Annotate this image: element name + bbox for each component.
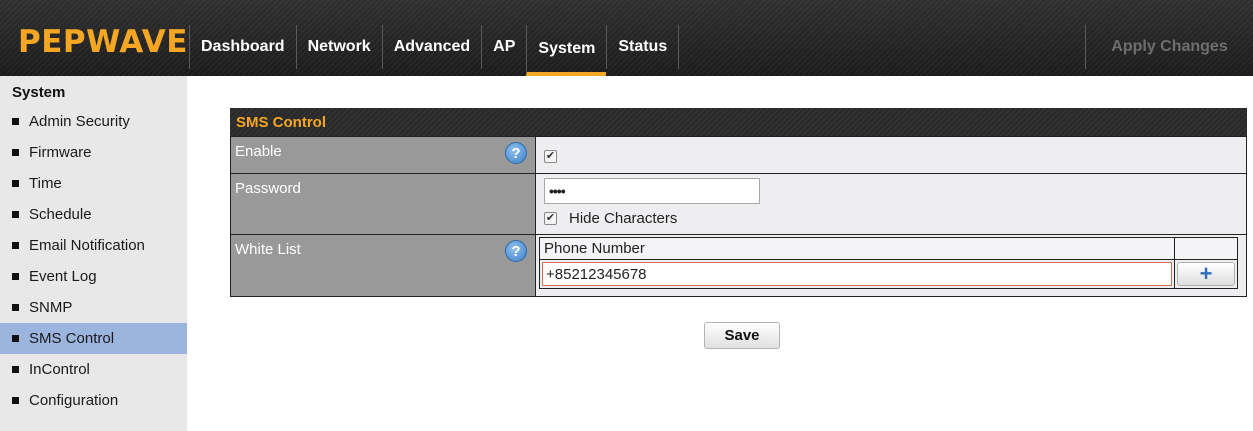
sidebar-item-time[interactable]: Time: [0, 168, 187, 199]
sidebar-item-label: SMS Control: [29, 330, 115, 347]
bullet-icon: [12, 397, 19, 404]
sidebar-item-sms-control[interactable]: SMS Control: [0, 323, 187, 354]
sidebar-item-email-notification[interactable]: Email Notification: [0, 230, 187, 261]
nav-dashboard[interactable]: Dashboard: [189, 25, 296, 69]
sidebar-item-admin-security[interactable]: Admin Security: [0, 106, 187, 137]
main-nav: Dashboard Network Advanced AP System Sta…: [189, 25, 680, 76]
enable-row: Enable ? ✔: [230, 136, 1247, 174]
sidebar: System Admin Security Firmware Time Sche…: [0, 76, 187, 431]
nav-system[interactable]: System: [526, 25, 607, 76]
bullet-icon: [12, 118, 19, 125]
hide-characters-label: Hide Characters: [569, 210, 678, 227]
sidebar-item-incontrol[interactable]: InControl: [0, 354, 187, 385]
sidebar-item-label: Firmware: [29, 144, 92, 161]
add-phone-number-button[interactable]: +: [1177, 262, 1235, 286]
sidebar-item-event-log[interactable]: Event Log: [0, 261, 187, 292]
sidebar-item-label: Configuration: [29, 392, 119, 409]
sidebar-item-snmp[interactable]: SNMP: [0, 292, 187, 323]
bullet-icon: [12, 242, 19, 249]
white-list-action-header: [1174, 237, 1238, 260]
nav-network[interactable]: Network: [295, 25, 382, 69]
white-list-label: White List: [235, 241, 301, 258]
hide-characters-row: ✔ Hide Characters: [544, 210, 1238, 227]
nav-status[interactable]: Status: [606, 25, 680, 69]
enable-label: Enable: [235, 143, 282, 160]
nav-ap[interactable]: AP: [481, 25, 526, 69]
enable-value-cell: ✔: [535, 136, 1247, 174]
nav-advanced[interactable]: Advanced: [381, 25, 481, 69]
phone-number-header: Phone Number: [539, 237, 1175, 260]
password-label-cell: Password: [230, 173, 536, 235]
sidebar-item-label: InControl: [29, 361, 90, 378]
bullet-icon: [12, 180, 19, 187]
panel-title: SMS Control: [230, 108, 1247, 136]
sidebar-item-label: Time: [29, 175, 62, 192]
phone-number-input[interactable]: +85212345678: [542, 262, 1172, 286]
sidebar-item-firmware[interactable]: Firmware: [0, 137, 187, 168]
password-row: Password •••• ✔ Hide Characters: [230, 173, 1247, 235]
white-list-value-cell: Phone Number +85212345678 +: [535, 234, 1247, 297]
sidebar-item-label: SNMP: [29, 299, 73, 316]
bullet-icon: [12, 211, 19, 218]
phone-number-cell: +85212345678: [539, 259, 1175, 289]
bullet-icon: [12, 304, 19, 311]
bullet-icon: [12, 149, 19, 156]
bullet-icon: [12, 366, 19, 373]
top-bar: PEPWAVE Dashboard Network Advanced AP Sy…: [0, 0, 1253, 76]
pepwave-logo[interactable]: PEPWAVE: [18, 22, 188, 62]
enable-checkbox[interactable]: ✔: [544, 149, 557, 163]
sidebar-item-schedule[interactable]: Schedule: [0, 199, 187, 230]
white-list-row: White List ? Phone Number +85212345678 +: [230, 234, 1247, 297]
sms-control-panel: SMS Control Enable ? ✔ Password •••• ✔ H…: [230, 108, 1247, 297]
sms-control-form: Enable ? ✔ Password •••• ✔ Hide Characte…: [230, 136, 1247, 297]
apply-changes-button[interactable]: Apply Changes: [1085, 25, 1253, 69]
password-label: Password: [235, 180, 301, 197]
password-input[interactable]: ••••: [544, 178, 760, 204]
help-icon[interactable]: ?: [505, 142, 527, 164]
add-cell: +: [1174, 259, 1238, 289]
bullet-icon: [12, 273, 19, 280]
sidebar-title: System: [12, 84, 66, 101]
help-icon[interactable]: ?: [505, 240, 527, 262]
sidebar-item-label: Schedule: [29, 206, 92, 223]
sidebar-item-label: Event Log: [29, 268, 97, 285]
hide-characters-checkbox[interactable]: ✔: [544, 212, 557, 225]
white-list-table: Phone Number +85212345678 +: [539, 237, 1238, 289]
white-list-label-cell: White List ?: [230, 234, 536, 297]
enable-label-cell: Enable ?: [230, 136, 536, 174]
sidebar-item-configuration[interactable]: Configuration: [0, 385, 187, 416]
sidebar-item-label: Email Notification: [29, 237, 145, 254]
password-value-cell: •••• ✔ Hide Characters: [535, 173, 1247, 235]
bullet-icon: [12, 335, 19, 342]
save-button[interactable]: Save: [704, 322, 780, 349]
sidebar-item-label: Admin Security: [29, 113, 130, 130]
